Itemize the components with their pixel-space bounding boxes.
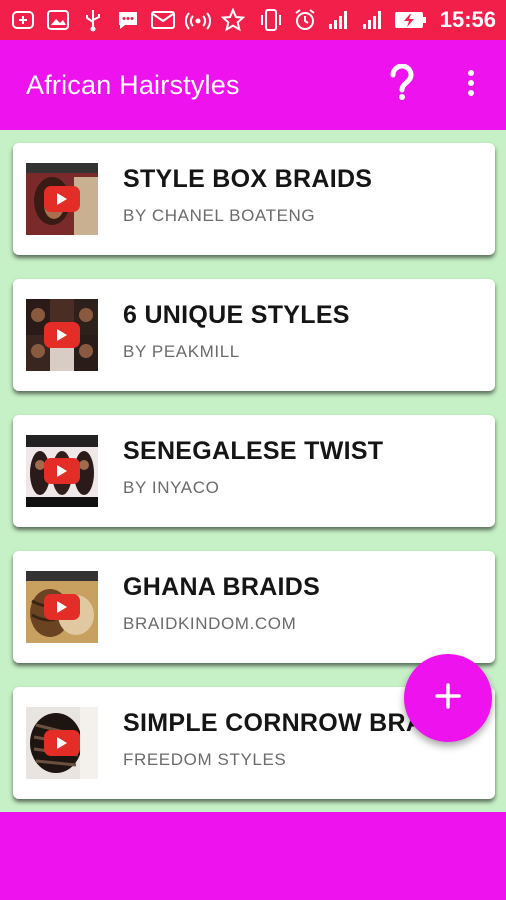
video-thumbnail — [26, 707, 98, 779]
play-icon — [44, 322, 80, 348]
play-icon — [44, 186, 80, 212]
list-item-subtitle: BRAIDKINDOM.COM — [123, 614, 297, 633]
list-item[interactable]: SENEGALESE TWIST BY INYACO — [13, 415, 495, 527]
battery-charging-icon — [394, 9, 428, 31]
play-icon — [44, 594, 80, 620]
more-vert-icon — [467, 69, 475, 102]
list-item[interactable]: STYLE BOX BRAIDS BY CHANEL BOATENG — [13, 143, 495, 255]
video-thumbnail — [26, 163, 98, 235]
list-item-text: SENEGALESE TWIST BY INYACO — [123, 437, 495, 498]
add-box-icon — [10, 9, 36, 31]
list-item-subtitle: BY INYACO — [123, 478, 220, 497]
image-icon — [45, 9, 71, 31]
phone-vibrate-icon — [258, 9, 284, 31]
list-item-title: STYLE BOX BRAIDS — [123, 165, 373, 193]
add-fab-button[interactable] — [404, 654, 492, 742]
list-item-subtitle: BY PEAKMILL — [123, 342, 240, 361]
help-button[interactable] — [382, 60, 422, 110]
list-item-text: STYLE BOX BRAIDS BY CHANEL BOATENG — [123, 165, 495, 226]
mail-icon — [150, 9, 176, 31]
play-icon — [44, 730, 80, 756]
chat-icon — [115, 9, 141, 31]
video-thumbnail — [26, 571, 98, 643]
list-item-text: 6 UNIQUE STYLES BY PEAKMILL — [123, 301, 495, 362]
status-time: 15:56 — [439, 7, 496, 32]
wifi-hotspot-icon — [185, 9, 211, 31]
notification-icons — [10, 8, 246, 32]
list-item[interactable]: GHANA BRAIDS BRAIDKINDOM.COM — [13, 551, 495, 663]
play-icon — [44, 458, 80, 484]
help-icon — [389, 63, 415, 107]
more-options-button[interactable] — [456, 60, 486, 110]
list-item-subtitle: BY CHANEL BOATENG — [123, 206, 316, 225]
plus-icon — [435, 682, 461, 714]
list-item-text: GHANA BRAIDS BRAIDKINDOM.COM — [123, 573, 495, 634]
video-thumbnail — [26, 435, 98, 507]
system-icons: 15:56 — [258, 7, 496, 33]
list-item-title: SENEGALESE TWIST — [123, 437, 384, 465]
list-item-title: GHANA BRAIDS — [123, 573, 321, 601]
usb-icon — [80, 9, 106, 32]
bottom-banner-area — [0, 812, 506, 900]
list-item-title: 6 UNIQUE STYLES — [123, 301, 350, 329]
star-icon — [220, 8, 246, 32]
status-bar: 15:56 — [0, 0, 506, 40]
video-thumbnail — [26, 299, 98, 371]
app-bar-actions — [382, 60, 506, 110]
alarm-icon — [292, 9, 318, 31]
list-item[interactable]: 6 UNIQUE STYLES BY PEAKMILL — [13, 279, 495, 391]
signal-icon — [360, 9, 386, 31]
signal-icon — [326, 9, 352, 31]
app-title: African Hairstyles — [26, 69, 240, 100]
app-bar: African Hairstyles — [0, 40, 506, 130]
list-item-subtitle: FREEDOM STYLES — [123, 750, 287, 769]
